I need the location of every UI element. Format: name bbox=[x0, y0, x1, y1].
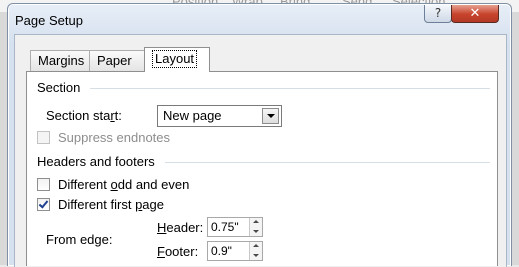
close-icon: ✕ bbox=[469, 6, 481, 21]
first-page-label-text: Different first bbox=[58, 197, 136, 212]
tab-paper[interactable]: Paper bbox=[89, 50, 147, 71]
suppress-endnotes-label: Suppress endnotes bbox=[58, 130, 171, 145]
background-document-edge-right bbox=[511, 12, 519, 265]
section-start-value: New page bbox=[163, 108, 222, 123]
header-spin-up-icon[interactable] bbox=[250, 218, 262, 227]
header-spin-down-icon[interactable] bbox=[250, 227, 262, 236]
title-bar[interactable]: Page Setup ? ✕ bbox=[8, 4, 511, 34]
header-label-text: eader: bbox=[166, 220, 204, 235]
section-start-label: Section start: bbox=[46, 108, 122, 123]
from-edge-label: From edge: bbox=[46, 232, 113, 247]
section-start-label-suffix: t: bbox=[114, 108, 122, 123]
header-label: Header: bbox=[157, 220, 203, 235]
footer-spin-up-icon[interactable] bbox=[250, 242, 262, 251]
tab-margins[interactable]: Margins bbox=[30, 50, 94, 71]
header-label-accel: H bbox=[157, 220, 167, 235]
chevron-down-icon[interactable] bbox=[262, 108, 279, 124]
odd-even-label-suffix: dd and even bbox=[117, 177, 190, 192]
section-start-select[interactable]: New page bbox=[157, 105, 282, 127]
suppress-endnotes-checkbox[interactable] bbox=[37, 131, 50, 144]
help-icon: ? bbox=[434, 6, 442, 20]
footer-distance-value: 0.9" bbox=[211, 244, 232, 258]
section-heading: Section bbox=[37, 80, 81, 95]
footer-distance-spinner[interactable]: 0.9" bbox=[207, 241, 263, 261]
different-odd-even-checkbox[interactable] bbox=[37, 178, 50, 191]
first-page-label-suffix: age bbox=[142, 197, 164, 212]
header-distance-spinner[interactable]: 0.75" bbox=[207, 217, 263, 237]
headers-footers-divider bbox=[165, 162, 490, 163]
different-first-page-checkbox[interactable] bbox=[37, 198, 50, 211]
header-distance-value: 0.75" bbox=[211, 220, 239, 234]
dialog-title: Page Setup bbox=[15, 13, 83, 28]
header-spin-buttons bbox=[249, 218, 262, 236]
tab-layout[interactable]: Layout bbox=[144, 47, 210, 72]
headers-footers-heading: Headers and footers bbox=[37, 154, 155, 169]
section-divider bbox=[90, 88, 490, 89]
tab-margins-label: Margins bbox=[38, 53, 85, 68]
footer-label-text: ooter: bbox=[164, 244, 199, 259]
footer-spin-buttons bbox=[249, 242, 262, 260]
section-start-label-text: Section sta bbox=[46, 108, 111, 123]
odd-even-label-text: Different bbox=[58, 177, 111, 192]
footer-spin-down-icon[interactable] bbox=[250, 251, 262, 260]
footer-label-accel: F bbox=[157, 244, 165, 259]
different-first-page-label: Different first page bbox=[58, 197, 164, 212]
help-button[interactable]: ? bbox=[424, 5, 452, 23]
tab-paper-label: Paper bbox=[97, 53, 132, 68]
odd-even-label-accel: o bbox=[110, 177, 118, 192]
footer-label: Footer: bbox=[157, 244, 198, 259]
different-odd-even-label: Different odd and even bbox=[58, 177, 189, 192]
close-button[interactable]: ✕ bbox=[451, 5, 499, 23]
tab-layout-label: Layout bbox=[152, 50, 198, 68]
